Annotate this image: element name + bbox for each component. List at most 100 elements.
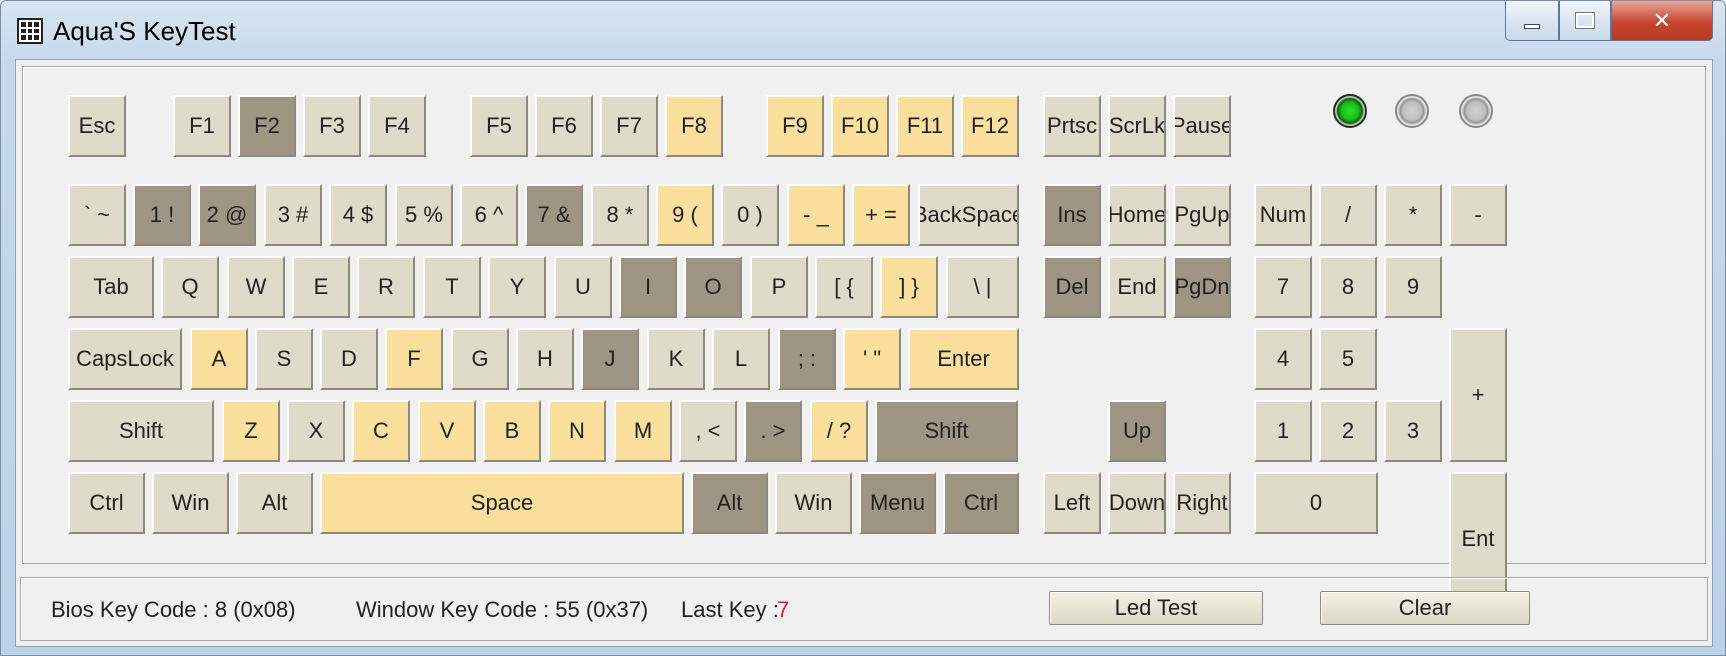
key-f[interactable]: F — [385, 328, 443, 390]
key-1[interactable]: 1 — [1254, 400, 1312, 462]
key-symbol[interactable]: ` ~ — [68, 184, 126, 246]
key-9[interactable]: 9 ( — [656, 184, 714, 246]
key-a[interactable]: A — [190, 328, 248, 390]
key-u[interactable]: U — [554, 256, 612, 318]
key-prtsc[interactable]: Prtsc — [1043, 95, 1101, 157]
key-n[interactable]: N — [548, 400, 606, 462]
key-symbol[interactable]: + = — [852, 184, 910, 246]
key-symbol[interactable]: + — [1449, 328, 1507, 462]
key-g[interactable]: G — [451, 328, 509, 390]
key-ctrl[interactable]: Ctrl — [943, 472, 1019, 534]
key-0[interactable]: 0 ) — [721, 184, 779, 246]
key-win[interactable]: Win — [775, 472, 852, 534]
key-up[interactable]: Up — [1108, 400, 1166, 462]
key-w[interactable]: W — [227, 256, 285, 318]
key-pgup[interactable]: PgUp — [1173, 184, 1231, 246]
key-p[interactable]: P — [750, 256, 808, 318]
key-f1[interactable]: F1 — [173, 95, 231, 157]
key-c[interactable]: C — [352, 400, 410, 462]
key-num[interactable]: Num — [1254, 184, 1312, 246]
key-scrlk[interactable]: ScrLk — [1108, 95, 1166, 157]
key-8[interactable]: 8 — [1319, 256, 1377, 318]
key-shift[interactable]: Shift — [68, 400, 214, 462]
key-shift[interactable]: Shift — [875, 400, 1018, 462]
key-2[interactable]: 2 @ — [198, 184, 256, 246]
key-0[interactable]: 0 — [1254, 472, 1378, 534]
key-capslock[interactable]: CapsLock — [68, 328, 182, 390]
key-tab[interactable]: Tab — [68, 256, 154, 318]
key-f5[interactable]: F5 — [470, 95, 528, 157]
key-ctrl[interactable]: Ctrl — [68, 472, 145, 534]
key-ins[interactable]: Ins — [1043, 184, 1101, 246]
key-space[interactable]: Space — [320, 472, 684, 534]
clear-button[interactable]: Clear — [1320, 591, 1530, 625]
key-4[interactable]: 4 $ — [329, 184, 387, 246]
key-1[interactable]: 1 ! — [133, 184, 191, 246]
title-bar[interactable]: Aqua'S KeyTest ✕ — [1, 1, 1725, 59]
key-2[interactable]: 2 — [1319, 400, 1377, 462]
key-enter[interactable]: Enter — [908, 328, 1019, 390]
key-r[interactable]: R — [357, 256, 415, 318]
key-x[interactable]: X — [287, 400, 345, 462]
key-f11[interactable]: F11 — [896, 95, 954, 157]
key-symbol[interactable]: / ? — [810, 400, 868, 462]
key-symbol[interactable]: - _ — [787, 184, 845, 246]
key-f3[interactable]: F3 — [303, 95, 361, 157]
key-left[interactable]: Left — [1043, 472, 1101, 534]
key-esc[interactable]: Esc — [68, 95, 126, 157]
key-t[interactable]: T — [423, 256, 481, 318]
key-m[interactable]: M — [614, 400, 672, 462]
key-e[interactable]: E — [292, 256, 350, 318]
key-alt[interactable]: Alt — [691, 472, 768, 534]
key-q[interactable]: Q — [161, 256, 219, 318]
key-5[interactable]: 5 % — [395, 184, 453, 246]
key-menu[interactable]: Menu — [859, 472, 936, 534]
key-symbol[interactable]: . > — [744, 400, 802, 462]
key-symbol[interactable]: \ | — [946, 256, 1019, 318]
key-pgdn[interactable]: PgDn — [1173, 256, 1231, 318]
key-i[interactable]: I — [619, 256, 677, 318]
key-f4[interactable]: F4 — [368, 95, 426, 157]
key-symbol[interactable]: ] } — [880, 256, 938, 318]
key-o[interactable]: O — [684, 256, 742, 318]
key-s[interactable]: S — [255, 328, 313, 390]
minimize-button[interactable] — [1505, 1, 1559, 41]
key-symbol[interactable]: , < — [679, 400, 737, 462]
key-f7[interactable]: F7 — [600, 95, 658, 157]
key-end[interactable]: End — [1108, 256, 1166, 318]
led-test-button[interactable]: Led Test — [1049, 591, 1263, 625]
key-y[interactable]: Y — [488, 256, 546, 318]
key-down[interactable]: Down — [1108, 472, 1166, 534]
key-f8[interactable]: F8 — [665, 95, 723, 157]
key-alt[interactable]: Alt — [236, 472, 313, 534]
key-win[interactable]: Win — [152, 472, 229, 534]
key-7[interactable]: 7 — [1254, 256, 1312, 318]
key-k[interactable]: K — [647, 328, 705, 390]
key-8[interactable]: 8 * — [591, 184, 649, 246]
key-pause[interactable]: Pause — [1173, 95, 1231, 157]
key-f9[interactable]: F9 — [766, 95, 824, 157]
key-f12[interactable]: F12 — [961, 95, 1019, 157]
key-6[interactable]: 6 ^ — [460, 184, 518, 246]
key-h[interactable]: H — [516, 328, 574, 390]
key-4[interactable]: 4 — [1254, 328, 1312, 390]
key-symbol[interactable]: [ { — [815, 256, 873, 318]
key-del[interactable]: Del — [1043, 256, 1101, 318]
key-symbol[interactable]: - — [1449, 184, 1507, 246]
key-v[interactable]: V — [418, 400, 476, 462]
key-z[interactable]: Z — [222, 400, 280, 462]
key-symbol[interactable]: ; : — [778, 328, 836, 390]
key-b[interactable]: B — [483, 400, 541, 462]
key-right[interactable]: Right — [1173, 472, 1231, 534]
key-f6[interactable]: F6 — [535, 95, 593, 157]
key-9[interactable]: 9 — [1384, 256, 1442, 318]
key-symbol[interactable]: ' " — [843, 328, 901, 390]
key-l[interactable]: L — [712, 328, 770, 390]
key-symbol[interactable]: / — [1319, 184, 1377, 246]
close-button[interactable]: ✕ — [1611, 1, 1713, 41]
key-7[interactable]: 7 & — [525, 184, 583, 246]
key-backspace[interactable]: BackSpace — [918, 184, 1019, 246]
key-d[interactable]: D — [320, 328, 378, 390]
key-symbol[interactable]: * — [1384, 184, 1442, 246]
key-home[interactable]: Home — [1108, 184, 1166, 246]
